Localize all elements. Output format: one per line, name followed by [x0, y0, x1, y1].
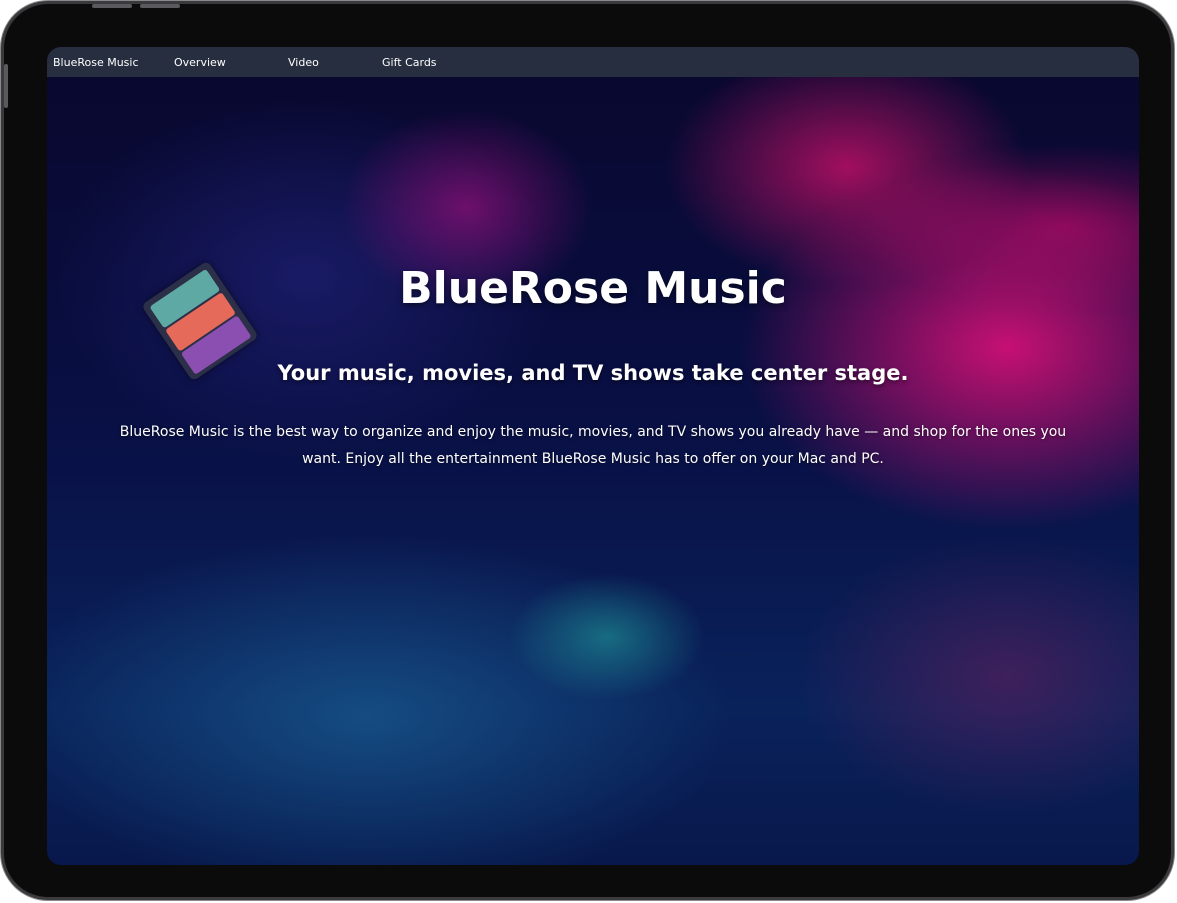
hero-section: BlueRose Music Your music, movies, and T…	[47, 77, 1139, 865]
volume-button	[92, 4, 132, 8]
nav-item-overview[interactable]: Overview	[174, 56, 226, 69]
hero-description: BlueRose Music is the best way to organi…	[119, 424, 1067, 467]
power-button	[4, 64, 8, 108]
tablet-frame: BlueRose Music Overview Video Gift Cards…	[4, 4, 1171, 897]
volume-button	[140, 4, 180, 8]
screen: BlueRose Music Overview Video Gift Cards…	[47, 47, 1139, 865]
hero-subtitle: Your music, movies, and TV shows take ce…	[277, 361, 909, 385]
nav-item-gift-cards[interactable]: Gift Cards	[382, 56, 437, 69]
hero-title: BlueRose Music	[399, 263, 787, 314]
top-nav: BlueRose Music Overview Video Gift Cards	[47, 47, 1139, 77]
nav-brand-link[interactable]: BlueRose Music	[53, 56, 139, 69]
nav-item-video[interactable]: Video	[288, 56, 319, 69]
